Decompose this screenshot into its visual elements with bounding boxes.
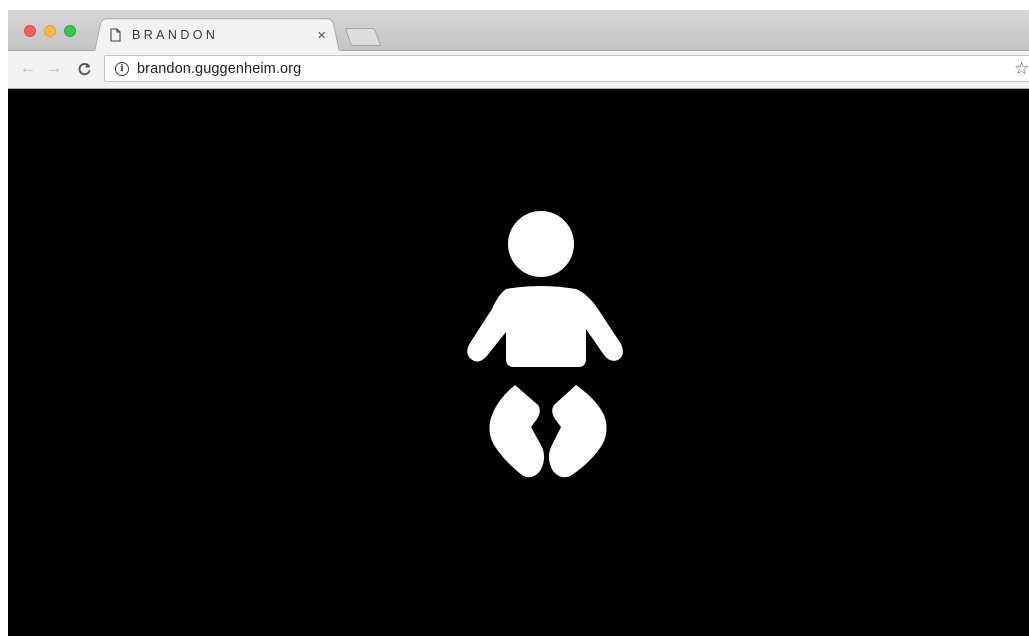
window-close-button[interactable]: [24, 25, 36, 37]
baby-icon: [467, 211, 623, 478]
address-bar[interactable]: i brandon.guggenheim.org: [104, 55, 1029, 82]
tab-close-icon[interactable]: ×: [317, 28, 326, 43]
site-info-icon[interactable]: i: [115, 61, 129, 76]
forward-arrow-icon[interactable]: →: [44, 57, 64, 79]
tab-bar: BRANDON ×: [8, 10, 1029, 52]
window-minimize-button[interactable]: [44, 25, 56, 37]
page-viewport: [8, 89, 1029, 636]
back-arrow-icon[interactable]: ←: [18, 57, 38, 79]
browser-toolbar: ← → i brandon.guggenheim.org ☆: [8, 51, 1029, 89]
window-zoom-button[interactable]: [64, 25, 76, 37]
bookmark-star-icon[interactable]: ☆: [1014, 59, 1029, 79]
baby-torso: [467, 286, 623, 367]
url-text[interactable]: brandon.guggenheim.org: [137, 61, 301, 77]
browser-window: BRANDON × ← → i brandon.guggenheim.org ☆: [8, 10, 1029, 636]
document-icon: [108, 27, 122, 43]
tab-brandon-content[interactable]: BRANDON ×: [108, 22, 338, 48]
baby-left-leg: [489, 385, 545, 478]
tab-title: BRANDON: [132, 28, 219, 42]
new-tab-button[interactable]: [344, 28, 382, 46]
baby-head: [508, 211, 574, 277]
reload-icon[interactable]: [74, 57, 94, 79]
baby-right-leg: [548, 385, 607, 478]
